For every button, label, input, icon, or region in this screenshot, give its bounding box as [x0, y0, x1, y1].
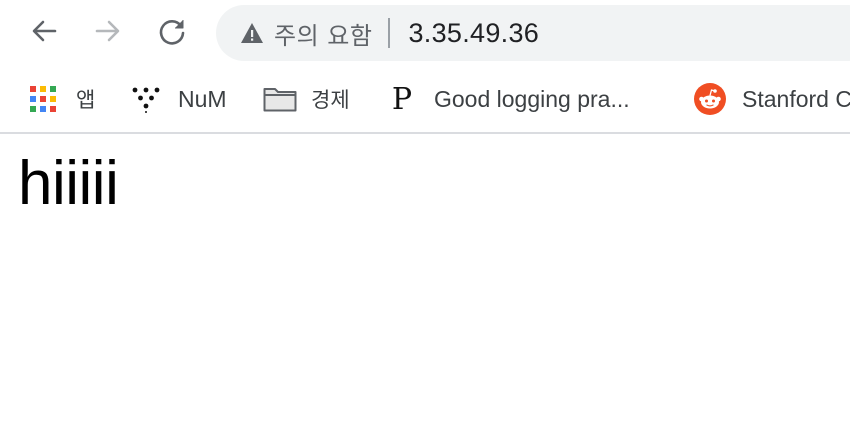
page-content: hiiiii [0, 148, 850, 220]
reload-button[interactable] [154, 13, 190, 49]
folder-icon [263, 88, 297, 112]
browser-toolbar: 주의 요함 3.35.49.36 [0, 0, 850, 66]
omnibox-divider [388, 18, 391, 48]
forward-button[interactable] [90, 13, 126, 49]
address-bar[interactable]: 주의 요함 3.35.49.36 [216, 5, 850, 61]
bookmark-label: Good logging pra... [434, 85, 630, 112]
bookmarks-bar: 앱 NuM 경제 P Good logging pra... Stanford … [0, 66, 850, 134]
p-logo-icon: P [391, 81, 413, 117]
warning-icon[interactable] [240, 22, 264, 44]
bookmark-stanford[interactable]: Stanford C [694, 66, 850, 132]
bookmark-num[interactable]: NuM [132, 66, 227, 132]
bookmark-good-logging[interactable]: P Good logging pra... [390, 66, 630, 132]
apps-grid-icon [30, 86, 56, 112]
bookmark-apps[interactable]: 앱 [30, 66, 95, 132]
bookmark-label: 경제 [311, 88, 350, 112]
bookmark-label: NuM [178, 85, 227, 112]
page-heading: hiiiii [18, 149, 119, 218]
back-button[interactable] [26, 13, 62, 49]
forward-arrow-icon [95, 20, 120, 42]
url-text[interactable]: 3.35.49.36 [408, 18, 539, 49]
reload-icon [159, 20, 185, 45]
bookmark-label: Stanford C [742, 85, 850, 112]
back-arrow-icon [32, 20, 57, 42]
bookmark-folder-economy[interactable]: 경제 [263, 66, 350, 132]
dots-logo-icon [132, 87, 160, 113]
security-status-label[interactable]: 주의 요함 [274, 16, 372, 51]
reddit-icon [694, 83, 726, 115]
bookmark-label: 앱 [76, 88, 96, 112]
